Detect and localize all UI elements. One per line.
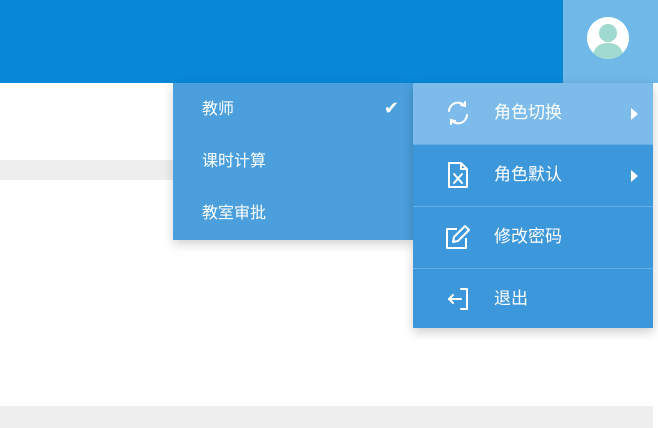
menu-item-change-password[interactable]: 修改密码 bbox=[413, 207, 653, 269]
refresh-icon bbox=[444, 99, 472, 127]
submenu-item-classroom-approval[interactable]: 教室审批 bbox=[173, 187, 413, 239]
chevron-right-icon bbox=[631, 108, 638, 120]
menu-item-logout[interactable]: 退出 bbox=[413, 269, 653, 330]
menu-item-switch-role[interactable]: 角色切换 bbox=[413, 83, 653, 145]
submenu-item-hours-calc[interactable]: 课时计算 bbox=[173, 135, 413, 187]
menu-item-label: 退出 bbox=[494, 289, 528, 309]
logout-icon bbox=[444, 285, 472, 313]
chevron-right-icon bbox=[631, 170, 638, 182]
menu-item-label: 角色切换 bbox=[494, 103, 562, 123]
excel-file-icon bbox=[444, 161, 472, 189]
menu-item-default-role[interactable]: 角色默认 bbox=[413, 145, 653, 207]
content-divider bbox=[0, 406, 653, 428]
menu-item-label: 修改密码 bbox=[494, 227, 562, 247]
user-dropdown-menu: 角色切换 角色默认 修改密码 退出 bbox=[413, 83, 653, 328]
submenu-item-teacher[interactable]: 教师 ✔ bbox=[173, 83, 413, 135]
check-icon: ✔ bbox=[383, 98, 399, 119]
menu-item-label: 角色默认 bbox=[494, 165, 562, 185]
role-submenu: 教师 ✔ 课时计算 教室审批 bbox=[173, 83, 413, 240]
user-avatar-icon[interactable] bbox=[587, 17, 629, 59]
right-edge bbox=[653, 83, 658, 428]
user-menu-trigger[interactable] bbox=[563, 0, 658, 83]
submenu-item-label: 课时计算 bbox=[202, 151, 267, 170]
top-header bbox=[0, 0, 658, 83]
submenu-item-label: 教师 bbox=[202, 99, 235, 118]
edit-icon bbox=[444, 223, 472, 251]
submenu-item-label: 教室审批 bbox=[202, 203, 267, 222]
